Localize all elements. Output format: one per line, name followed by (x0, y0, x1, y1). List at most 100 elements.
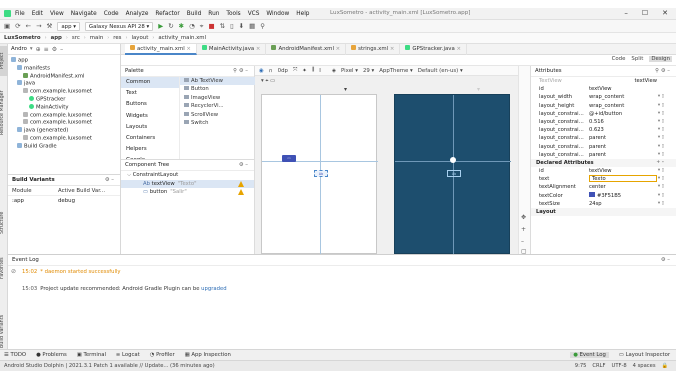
guidelines-icon[interactable]: I (319, 68, 321, 74)
attr-row[interactable]: textSize 24sp ▾ ▯ (531, 200, 676, 208)
palette-category[interactable]: Buttons (121, 99, 179, 110)
layout-inspector-icon[interactable]: ▦ (249, 22, 255, 30)
palette-category[interactable]: Common (121, 77, 179, 89)
design-surface[interactable]: ▾ ▭ Ab (261, 86, 378, 255)
attr-row[interactable]: layout_constrain... 0.623 ▾ ▯ (531, 126, 676, 134)
tree-item[interactable]: java (11, 80, 120, 88)
tree-item[interactable]: Build Gradle (11, 142, 120, 151)
tree-item[interactable]: manifests (11, 64, 120, 73)
close-tab-icon[interactable]: × (185, 46, 191, 52)
debug-icon[interactable]: ✱ (179, 22, 184, 30)
dropdown-icon[interactable]: ▾ ▯ (658, 93, 664, 101)
tree-item[interactable]: GPStracker (11, 95, 120, 104)
menu-view[interactable]: View (50, 11, 64, 17)
editor-tab[interactable]: AndroidManifest.xml × (266, 43, 347, 55)
device-select[interactable]: Galaxy Nexus API 28 ▾ (84, 21, 154, 31)
search-icon[interactable]: ⚲ ⚙ – (233, 68, 248, 74)
run-icon[interactable]: ▶ (158, 22, 163, 30)
menu-vcs[interactable]: VCS (248, 11, 260, 17)
dropdown-icon[interactable]: ▾ ▯ (658, 183, 664, 191)
caret-position[interactable]: 9:75 (575, 363, 587, 369)
design-canvas[interactable]: ◉ ∩ 0dp ⤧ ✦ ⫼ I ◈ Pixel ▾ 29 ▾ AppTheme … (255, 66, 518, 255)
tab-app-inspection[interactable]: ▦ App Inspection (185, 352, 231, 358)
menu-run[interactable]: Run (208, 11, 219, 17)
dropdown-icon[interactable]: ▾ ▯ (658, 134, 664, 142)
tab-event-log[interactable]: ● Event Log (570, 352, 609, 358)
gear-icon[interactable]: ⚙ – (661, 257, 670, 263)
apply-changes-icon[interactable]: ↻ (168, 22, 173, 30)
design-mode-button[interactable]: Design (649, 56, 672, 62)
dropdown-icon[interactable]: ▾ ▯ (658, 192, 664, 200)
stop-icon[interactable]: ■ (208, 22, 214, 30)
maximize-button[interactable]: ☐ (642, 9, 648, 17)
attr-value[interactable]: parent (589, 143, 657, 151)
tab-favorites[interactable]: Favorites (0, 249, 8, 287)
attr-value[interactable]: wrap_content (589, 102, 657, 110)
breadcrumb-res[interactable]: res (113, 35, 121, 41)
editor-tab[interactable]: MainActivity.java × (197, 43, 267, 55)
tree-item-button[interactable]: ▭ button "Salir" (121, 188, 254, 197)
menu-tools[interactable]: Tools (226, 11, 240, 17)
attr-value[interactable]: #3F51B5 (589, 192, 657, 200)
attr-row-id[interactable]: id textView (531, 85, 676, 93)
textview-preview[interactable]: Ab (314, 170, 328, 177)
attr-row[interactable]: text Texto ▾ ▯ (531, 175, 676, 183)
editor-tab[interactable]: activity_main.xml × (125, 43, 197, 55)
api-select[interactable]: 29 ▾ (363, 68, 374, 74)
palette-widget[interactable]: RecyclerVi... (180, 102, 255, 110)
avd-manager-icon[interactable]: ▯ (230, 22, 234, 30)
chevron-down-icon[interactable]: ▾ (30, 46, 33, 52)
close-tab-icon[interactable]: × (388, 46, 395, 52)
attr-row[interactable]: textColor #3F51B5 ▾ ▯ (531, 192, 676, 200)
margin-select[interactable]: 0dp (278, 68, 288, 74)
palette-widget[interactable]: ImageView (180, 94, 255, 102)
attr-row[interactable]: layout_height wrap_content ▾ ▯ (531, 102, 676, 110)
editor-tab[interactable]: GPStracker.java × (400, 43, 467, 55)
declared-attributes-header[interactable]: Declared Attributes + – (531, 158, 676, 168)
attr-value[interactable]: 24sp (589, 200, 657, 208)
color-swatch[interactable] (589, 192, 595, 198)
attr-value[interactable]: 0.516 (589, 118, 657, 126)
gear-icon[interactable]: ⚙ – (239, 162, 248, 168)
palette-widget[interactable]: Ab TextView (180, 77, 255, 86)
back-icon[interactable]: ← (26, 22, 31, 30)
layout-section-header[interactable]: Layout (531, 208, 676, 217)
eye-icon[interactable]: ◉ (259, 68, 264, 74)
palette-category[interactable]: Layouts (121, 122, 179, 133)
upgrade-link[interactable]: upgraded (201, 286, 227, 292)
gear-icon[interactable]: ⚙ – (105, 177, 114, 183)
tree-item[interactable]: app (11, 57, 120, 65)
tab-profiler[interactable]: ◔ Profiler (150, 352, 175, 358)
warning-icon[interactable] (238, 180, 244, 187)
theme-select[interactable]: AppTheme ▾ (379, 68, 413, 74)
palette-category[interactable]: Containers (121, 133, 179, 144)
menu-window[interactable]: Window (266, 11, 289, 17)
attr-row[interactable]: id textView ▾ ▯ (531, 167, 676, 175)
search-icon[interactable]: ⚲ ⚙ – (655, 68, 670, 74)
palette-category[interactable]: Widgets (121, 111, 179, 122)
attr-value[interactable]: @+id/button (589, 110, 657, 118)
lock-icon[interactable]: 🔒 (662, 363, 668, 369)
palette-widget[interactable]: ScrollView (180, 111, 255, 119)
dropdown-icon[interactable]: ▾ ▯ (658, 151, 664, 159)
infer-constraints-icon[interactable]: ✦ (302, 68, 307, 74)
sync-icon[interactable]: ⟳ (15, 22, 20, 30)
tree-item-textView[interactable]: Ab textView "Texto" (121, 179, 254, 188)
menu-help[interactable]: Help (296, 11, 309, 17)
gear-icon[interactable]: ⚙ (52, 46, 57, 53)
breadcrumb-file[interactable]: activity_main.xml (158, 35, 206, 41)
warning-icon[interactable] (238, 189, 244, 195)
variant-value[interactable]: debug (58, 198, 75, 204)
tree-item[interactable]: com.example.luxsomet (11, 111, 120, 120)
breadcrumb-module[interactable]: app (51, 35, 62, 41)
attr-value[interactable]: center (589, 183, 657, 191)
collapse-icon[interactable]: ≡ (44, 46, 49, 53)
tab-problems[interactable]: ● Problems (36, 352, 67, 358)
magnet-icon[interactable]: ∩ (269, 68, 273, 74)
tree-item[interactable]: com.example.luxsomet (11, 119, 120, 127)
attr-row[interactable]: textAlignment center ▾ ▯ (531, 183, 676, 191)
dropdown-icon[interactable]: ▾ ▯ (658, 167, 664, 175)
tab-terminal[interactable]: ▣ Terminal (77, 352, 106, 358)
palette-widget[interactable]: Switch (180, 119, 255, 127)
line-separator[interactable]: CRLF (592, 363, 605, 369)
